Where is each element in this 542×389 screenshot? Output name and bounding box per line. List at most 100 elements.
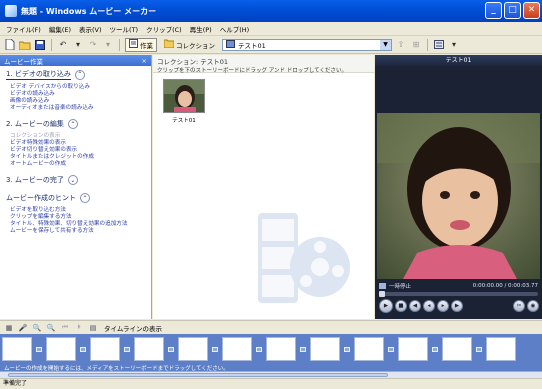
menu-play[interactable]: 再生(P) <box>190 24 212 34</box>
split-clip-button[interactable]: ✂ <box>513 300 525 312</box>
transition-cell[interactable] <box>76 337 90 361</box>
redo-icon[interactable]: ↷ <box>87 39 99 51</box>
snapshot-button[interactable]: ◉ <box>527 300 539 312</box>
menu-tools[interactable]: ツール(T) <box>110 24 139 34</box>
section-edit-movie[interactable]: 2. ムービーの編集 ⌃ <box>0 116 151 131</box>
storyboard-cell[interactable] <box>222 337 252 361</box>
zoom-out-icon[interactable]: 🔍 <box>46 323 56 333</box>
show-timeline-label[interactable]: タイムラインの表示 <box>104 323 162 333</box>
close-icon[interactable]: × <box>142 57 147 65</box>
link-capture-from-device[interactable]: ビデオ デバイスからの取り込み <box>10 84 151 91</box>
link-import-pictures[interactable]: 画像の読み込み <box>10 98 151 105</box>
previous-frame-button[interactable]: ◀ <box>409 300 421 312</box>
undo-icon[interactable]: ↶ <box>57 39 69 51</box>
open-folder-icon[interactable] <box>19 39 31 51</box>
transition-cell[interactable] <box>472 337 486 361</box>
stop-button[interactable]: ■ <box>395 300 407 312</box>
step-forward-icon: ▸ <box>441 303 445 309</box>
rewind-storyboard-icon[interactable]: ⏮ <box>60 323 70 333</box>
dropdown-arrow-icon[interactable]: ▾ <box>72 39 84 51</box>
storyboard-cell[interactable] <box>266 337 296 361</box>
storyboard-cell[interactable] <box>134 337 164 361</box>
transition-cell[interactable] <box>296 337 310 361</box>
transition-cell[interactable] <box>428 337 442 361</box>
transition-cell[interactable] <box>164 337 178 361</box>
transition-cell[interactable] <box>120 337 134 361</box>
storyboard-cell[interactable] <box>398 337 428 361</box>
video-clip[interactable]: テスト01 <box>163 79 205 125</box>
link-import-video[interactable]: ビデオの読み込み <box>10 91 151 98</box>
maximize-button[interactable]: □ <box>504 2 521 19</box>
link-import-audio[interactable]: オーディオまたは音楽の読み込み <box>10 105 151 112</box>
link-how-capture[interactable]: ビデオを取り込む方法 <box>10 207 151 214</box>
transition-cell[interactable] <box>32 337 46 361</box>
movie-maker-app-icon[interactable] <box>5 5 17 17</box>
transition-cell[interactable] <box>252 337 266 361</box>
link-how-add-effects[interactable]: タイトル、特殊効果、切り替え効果の追加方法 <box>10 221 151 228</box>
close-button[interactable]: ✕ <box>523 2 540 19</box>
section-movie-tips[interactable]: ムービー作成のヒント ⌃ <box>0 190 151 205</box>
seek-handle[interactable] <box>379 291 385 297</box>
chevron-down-icon[interactable]: ⌄ <box>67 175 78 185</box>
chevron-up-icon[interactable]: ⌃ <box>80 193 90 203</box>
section-finish-movie[interactable]: 3. ムービーの完了 ⌄ <box>0 172 151 187</box>
back-frame-button[interactable]: ◂ <box>423 300 435 312</box>
storyboard-grid-icon[interactable]: ▦ <box>4 323 14 333</box>
scrollbar-thumb[interactable] <box>8 373 388 377</box>
collection-pane: コレクション: テスト01 クリップを下のストーリーボードにドラッグ アンド ド… <box>153 55 374 319</box>
new-project-icon[interactable] <box>4 39 16 51</box>
storyboard-cell[interactable] <box>442 337 472 361</box>
dropdown-arrow-icon[interactable]: ▾ <box>448 39 460 51</box>
tasks-button[interactable]: 作業 <box>125 37 157 52</box>
play-icon: ▶ <box>383 303 389 309</box>
storyboard-cell[interactable] <box>310 337 340 361</box>
forward-frame-button[interactable]: ▸ <box>437 300 449 312</box>
section-title: ムービー作成のヒント <box>6 194 76 202</box>
link-show-effects[interactable]: ビデオ特殊効果の表示 <box>10 140 151 147</box>
dropdown-arrow-icon[interactable]: ▾ <box>102 39 114 51</box>
new-folder-icon[interactable]: ⊞ <box>410 39 422 51</box>
storyboard-cell[interactable] <box>46 337 76 361</box>
menu-help[interactable]: ヘルプ(H) <box>220 24 249 34</box>
collection-select[interactable]: テスト01 ▼ <box>222 38 392 51</box>
storyboard-scrollbar[interactable] <box>0 371 542 378</box>
views-icon[interactable] <box>433 39 445 51</box>
menu-edit[interactable]: 編集(E) <box>49 24 71 34</box>
chevron-down-icon[interactable]: ▼ <box>380 39 391 50</box>
play-storyboard-icon[interactable]: ⏵ <box>74 323 84 333</box>
chevron-up-icon[interactable]: ⌃ <box>74 69 85 80</box>
collections-button[interactable]: コレクション <box>160 38 219 52</box>
link-show-collections[interactable]: コレクションの表示 <box>10 133 151 140</box>
section-capture-video[interactable]: 1. ビデオの取り込み ⌃ <box>0 66 151 82</box>
storyboard-cell[interactable] <box>486 337 516 361</box>
playback-status: 一時停止 <box>389 284 412 290</box>
menu-file[interactable]: ファイル(F) <box>6 24 41 34</box>
narration-mic-icon[interactable]: 🎤 <box>18 323 28 333</box>
menu-clip[interactable]: クリップ(C) <box>146 24 182 34</box>
menu-view[interactable]: 表示(V) <box>79 24 102 34</box>
main-toolbar: ↶ ▾ ↷ ▾ 作業 コレクション テスト01 ▼ ⇧ ⊞ ▾ <box>0 36 542 54</box>
menu-bar: ファイル(F) 編集(E) 表示(V) ツール(T) クリップ(C) 再生(P)… <box>0 22 542 36</box>
minimize-button[interactable]: _ <box>485 2 502 19</box>
play-button[interactable]: ▶ <box>379 299 393 313</box>
storyboard-cell[interactable] <box>354 337 384 361</box>
link-make-titles[interactable]: タイトルまたはクレジットの作成 <box>10 154 151 161</box>
transition-cell[interactable] <box>340 337 354 361</box>
move-up-icon[interactable]: ⇧ <box>395 39 407 51</box>
zoom-in-icon[interactable]: 🔍 <box>32 323 42 333</box>
next-frame-button[interactable]: ▶ <box>451 300 463 312</box>
transition-cell[interactable] <box>384 337 398 361</box>
link-automovie[interactable]: オートムービーの作成 <box>10 161 151 168</box>
link-how-edit[interactable]: クリップを編集する方法 <box>10 214 151 221</box>
storyboard-cell[interactable] <box>178 337 208 361</box>
toolbar-separator <box>119 38 120 51</box>
save-disk-icon[interactable] <box>34 39 46 51</box>
storyboard-cell[interactable] <box>90 337 120 361</box>
storyboard-cell[interactable] <box>2 337 32 361</box>
link-show-transitions[interactable]: ビデオ切り替え効果の表示 <box>10 147 151 154</box>
chevron-up-icon[interactable]: ⌃ <box>67 119 78 129</box>
link-how-save-share[interactable]: ムービーを保存して共有する方法 <box>10 228 151 235</box>
seek-bar[interactable] <box>379 291 538 297</box>
transition-cell[interactable] <box>208 337 222 361</box>
timeline-icon[interactable]: ▤ <box>88 323 98 333</box>
